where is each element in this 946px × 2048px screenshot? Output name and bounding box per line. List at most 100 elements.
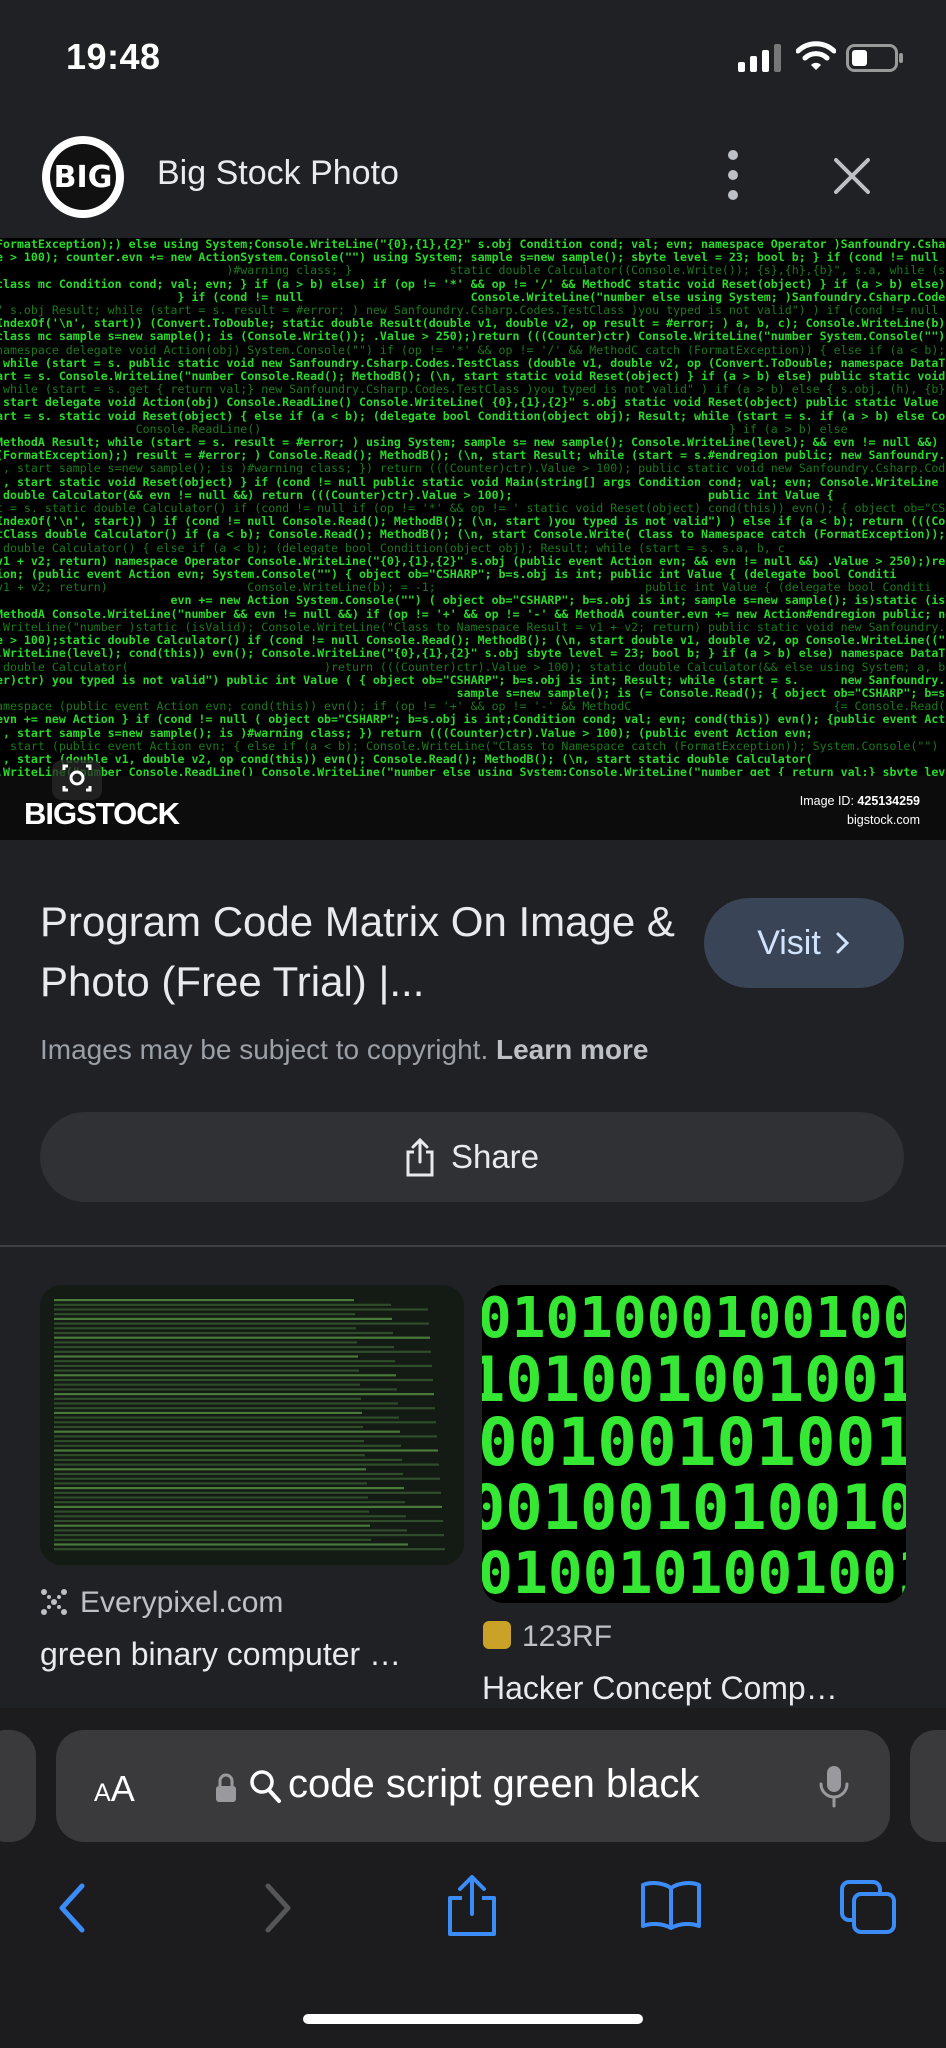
texture-line: [54, 1378, 433, 1382]
texture-line: [54, 1487, 404, 1490]
texture-line: [54, 1458, 402, 1461]
texture-line: [54, 1454, 365, 1457]
more-options-icon[interactable]: [718, 150, 748, 200]
tabs-icon[interactable]: [838, 1878, 898, 1936]
texture-line: [54, 1327, 356, 1330]
related-2-title[interactable]: Hacker Concept Comp…: [482, 1670, 892, 1707]
code-line: art = s. Console.WriteLine("number Conso…: [0, 369, 946, 384]
code-line: double Calculator() { else if (a < b); (…: [2, 540, 785, 555]
texture-line: [54, 1496, 368, 1499]
texture-line: [54, 1440, 364, 1443]
code-line: tClass double Calculator() if (a < b); C…: [0, 527, 946, 542]
code-line: e > 100); counter.evn += new ActionSyste…: [0, 250, 946, 265]
battery-icon: [846, 44, 903, 72]
code-line: evn += new Action System.Console("") ( o…: [170, 593, 946, 608]
wifi-icon: [796, 41, 836, 70]
related-1-source[interactable]: Everypixel.com: [80, 1586, 283, 1620]
code-line: MethodA Console.WriteLine("number && evn…: [0, 606, 946, 621]
related-image-2[interactable]: 0101000100100101010010010010100100100101…: [482, 1285, 906, 1603]
site-logo[interactable]: BIG: [42, 136, 124, 218]
site-logo-text: BIG: [50, 144, 116, 210]
texture-line: [54, 1519, 443, 1523]
code-line: , start sample s=new sample(); is )#warn…: [2, 461, 946, 476]
code-line: e > 100);static double Calculator() if (…: [0, 633, 946, 648]
code-line: (FormatException);) result = #error; ) C…: [0, 448, 946, 463]
share-icon[interactable]: [446, 1874, 498, 1938]
site-name[interactable]: Big Stock Photo: [157, 154, 399, 193]
lens-icon[interactable]: [52, 754, 102, 800]
texture-line: [54, 1341, 357, 1344]
close-icon[interactable]: [830, 154, 874, 198]
texture-line: [54, 1529, 407, 1532]
code-line: MethodA Result; while (start = s. result…: [0, 435, 946, 450]
texture-line: [54, 1393, 434, 1396]
code-line: while (start = s. public static void new…: [2, 355, 946, 370]
code-line: .WriteLine("number Console.ReadLine() Co…: [0, 765, 946, 776]
code-line: amespace (public event Action evn; cond(…: [0, 699, 946, 714]
texture-line: [54, 1421, 436, 1424]
code-line: er)ctr) you typed is not valid") public …: [0, 672, 946, 687]
bigstock-wordmark: BIGSTOCK: [24, 796, 180, 831]
share-button[interactable]: Share: [40, 1112, 904, 1202]
bookmarks-icon[interactable]: [640, 1880, 702, 1930]
share-icon: [406, 1137, 434, 1177]
microphone-icon[interactable]: [818, 1764, 850, 1810]
share-label: Share: [450, 1138, 540, 1175]
next-tab-preview[interactable]: [910, 1730, 946, 1842]
texture-line: [54, 1538, 371, 1541]
code-line: sample s=new sample(); is (= Console.Rea…: [456, 685, 946, 700]
visit-button[interactable]: Visit: [704, 898, 904, 988]
binary-row: 00100101001001001: [482, 1471, 906, 1544]
divider: [0, 1245, 946, 1247]
texture-line: [54, 1430, 400, 1433]
binary-row: 010100010010010: [482, 1286, 906, 1351]
code-line: v1 + v2; return) namespace Operator Cons…: [0, 553, 946, 568]
texture-line: [54, 1543, 408, 1546]
address-text[interactable]: code script green black: [288, 1762, 699, 1807]
back-icon[interactable]: [56, 1882, 88, 1934]
texture-line: [54, 1331, 393, 1335]
hero-image[interactable]: FormatException);) else using System;Con…: [0, 238, 946, 776]
hero-code-text: FormatException);) else using System;Con…: [0, 238, 946, 776]
result-title[interactable]: Program Code Matrix On Image & Photo (Fr…: [40, 892, 680, 1012]
everypixel-icon: [41, 1589, 67, 1615]
home-indicator: [303, 2014, 643, 2024]
texture-line: [54, 1425, 363, 1429]
texture-line: [54, 1435, 437, 1438]
code-line: } if (cond != null Console.WriteLine("nu…: [177, 289, 946, 304]
texture-line: [54, 1449, 438, 1452]
forward-icon[interactable]: [262, 1882, 294, 1934]
texture-line: [54, 1515, 406, 1518]
texture-line: [54, 1369, 359, 1372]
code-line: t = s. static double Calculator() if (co…: [0, 501, 946, 516]
texture-line: [54, 1350, 431, 1353]
image-domain: bigstock.com: [847, 813, 920, 827]
code-line: , start sample s=new sample(); is )#warn…: [2, 725, 946, 740]
code-line: art = s. static void Reset(object) { els…: [0, 408, 946, 423]
texture-line: [54, 1468, 366, 1471]
code-line: , start static void Reset(object) } if (…: [2, 474, 946, 489]
related-1-title[interactable]: green binary computer …: [40, 1636, 450, 1673]
texture-line: [54, 1317, 392, 1320]
lock-icon: [216, 1773, 236, 1802]
texture-line: [54, 1355, 358, 1358]
texture-line: [54, 1491, 441, 1494]
texture-line: [54, 1505, 442, 1508]
code-line: , start (double v1, double v2, op cond(t…: [2, 751, 813, 766]
related-image-1[interactable]: [40, 1285, 464, 1565]
code-line: FormatException);) else using System;Con…: [0, 238, 946, 251]
text-size-button[interactable]: AA: [94, 1768, 135, 1810]
texture-line: [54, 1510, 369, 1513]
previous-tab-preview[interactable]: [0, 1730, 36, 1842]
code-line: class mc sample s=new sample(); is (Cons…: [0, 329, 946, 344]
binary-row: 0100101001001: [482, 1539, 906, 1603]
code-line: )#warning class; } static double Calcula…: [226, 263, 946, 278]
search-icon: [250, 1770, 281, 1803]
texture-line: [54, 1336, 430, 1339]
texture-line: [54, 1534, 444, 1537]
related-2-source[interactable]: 123RF: [522, 1620, 612, 1654]
code-line: .WriteLine("number )static (isValid); Co…: [0, 619, 946, 634]
image-id: Image ID: 425134259: [799, 794, 920, 808]
learn-more-link[interactable]: Learn more: [496, 1034, 649, 1065]
code-line: namespace delegate void Action(obj) Syst…: [0, 342, 946, 357]
